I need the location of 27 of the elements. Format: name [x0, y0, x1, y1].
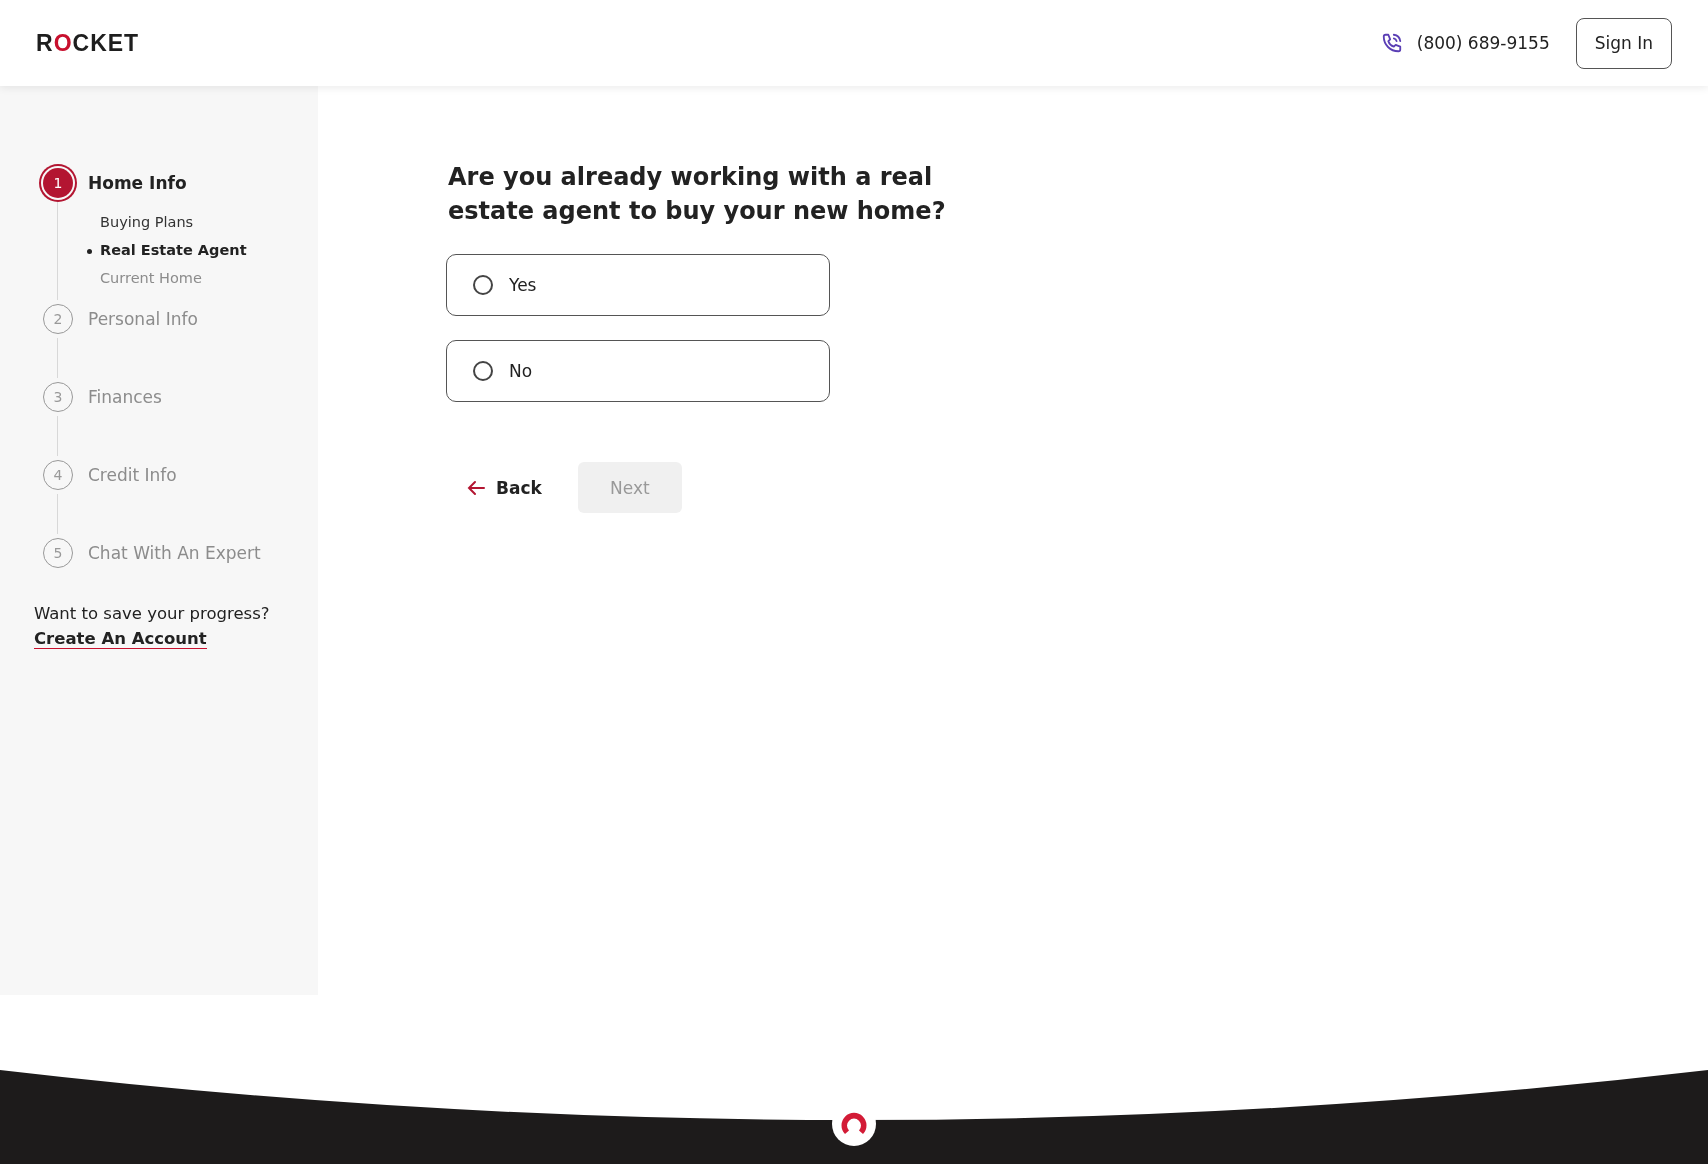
answer-option[interactable]: No [446, 340, 830, 402]
step-label: Chat With An Expert [88, 543, 261, 563]
arrow-left-icon [466, 479, 486, 496]
back-button[interactable]: Back [466, 477, 542, 498]
phone-icon [1380, 32, 1403, 54]
radio-icon [473, 275, 493, 295]
step-number: 5 [43, 538, 73, 568]
substep-label: Buying Plans [100, 214, 194, 230]
step-number: 2 [43, 304, 73, 334]
current-dot [87, 249, 92, 254]
step-number: 3 [43, 382, 73, 412]
radio-icon [473, 361, 493, 381]
save-prompt: Want to save your progress? [34, 604, 271, 623]
substep-label: Current Home [100, 270, 202, 286]
step-label: Credit Info [88, 465, 177, 485]
phone-number[interactable]: (800) 689-9155 [1416, 33, 1550, 53]
answer-option[interactable]: Yes [446, 254, 830, 316]
sign-in-button[interactable]: Sign In [1575, 17, 1672, 69]
step-label: Personal Info [88, 309, 198, 329]
step-label: Finances [88, 387, 162, 407]
step-number: 1 [43, 168, 73, 198]
substep-label: Real Estate Agent [100, 242, 247, 258]
question-heading: Are you already working with a real estate agent to buy your new home? [448, 162, 947, 227]
create-account-link[interactable]: Create An Account [34, 629, 207, 649]
step-number: 4 [43, 460, 73, 490]
logo[interactable]: ROCKET [36, 29, 140, 57]
step-label: Home Info [88, 173, 187, 193]
